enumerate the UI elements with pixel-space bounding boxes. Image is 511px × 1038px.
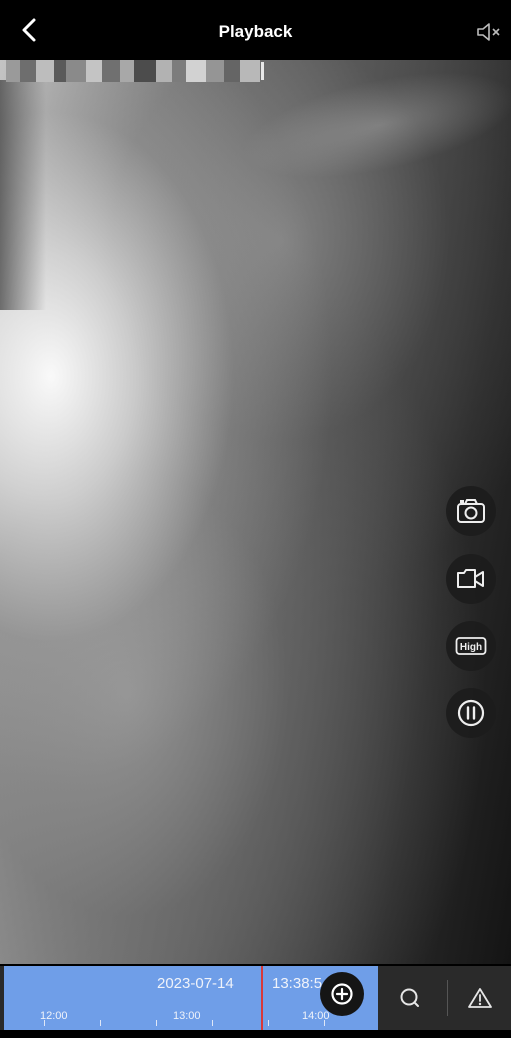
timeline-tick-label: 12:00 [40,1010,68,1022]
search-icon [400,988,419,1007]
timeline-tick-label: 14:00 [302,1010,330,1022]
pause-icon [457,699,485,727]
quality-badge: High [455,637,487,655]
osd-pixel-block [240,60,260,82]
timeline-time: 13:38:5 [272,975,323,992]
alarm-events-button[interactable] [456,976,504,1020]
mute-button[interactable] [475,22,503,42]
quality-button[interactable]: High [446,621,496,671]
osd-pixel-block [172,60,186,82]
video-player[interactable] [0,60,511,964]
osd-pixel-block [20,60,36,82]
bottom-safe-area [0,1030,511,1038]
quality-label: High [460,642,482,653]
timeline-tick-label: 13:00 [173,1010,201,1022]
toolbar-divider [447,980,448,1016]
timeline-tick [156,1020,157,1026]
osd-pixel-block [120,60,134,82]
pause-button[interactable] [446,688,496,738]
timeline-tick [212,1020,213,1026]
video-shadow [0,80,46,310]
search-button[interactable] [388,976,432,1020]
video-highlight [233,60,511,199]
timeline-tick [268,1020,269,1026]
osd-pixel-block [186,60,206,82]
timeline-tick [100,1020,101,1026]
zoom-in-button[interactable] [320,972,364,1016]
osd-pixel-block [66,60,86,82]
timeline-scrubber[interactable]: 2023-07-14 13:38:5 12:00 13:00 14:00 [4,966,378,1030]
osd-pixel-block [86,60,102,82]
osd-pixel-block [6,60,20,82]
osd-overlay-blurred [6,60,260,82]
camera-icon [457,499,485,523]
osd-pixel-block [54,60,66,82]
record-button[interactable] [446,554,496,604]
zoom-in-icon [331,983,353,1005]
page-title: Playback [218,22,293,41]
warning-icon [468,988,492,1008]
osd-marker [261,62,264,80]
speaker-muted-icon [477,23,500,41]
osd-pixel-block [134,60,156,82]
top-bar: Playback [0,0,511,60]
timeline-date: 2023-07-14 [157,975,234,992]
osd-pixel-block [36,60,54,82]
osd-pixel-block [224,60,240,82]
osd-pixel-block [206,60,224,82]
video-camera-icon [457,569,484,588]
osd-pixel-block [102,60,120,82]
snapshot-button[interactable] [446,486,496,536]
playback-toolbar: 2023-07-14 13:38:5 12:00 13:00 14:00 [0,966,511,1030]
osd-pixel-block [156,60,172,82]
timeline-playhead [261,966,263,1030]
